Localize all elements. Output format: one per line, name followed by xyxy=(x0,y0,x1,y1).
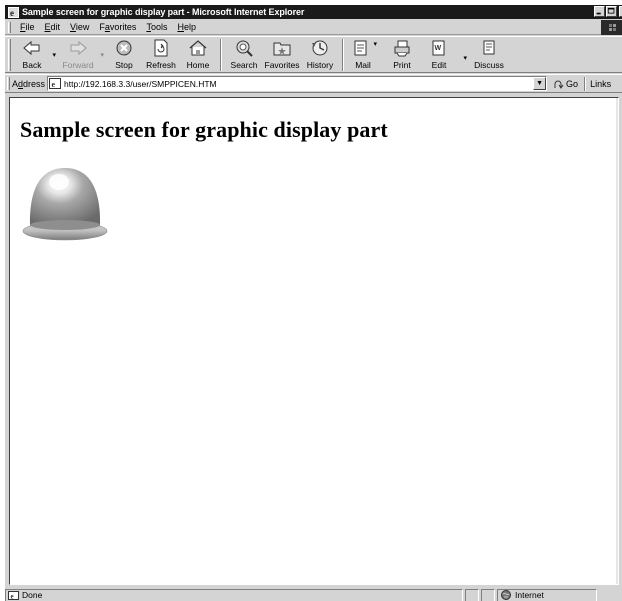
menu-help[interactable]: Help xyxy=(172,21,201,34)
mail-icon xyxy=(352,38,374,58)
maximize-icon xyxy=(607,7,615,14)
windows-logo-icon xyxy=(601,20,622,35)
status-text: Done xyxy=(22,590,43,600)
status-zone-panel: Internet xyxy=(497,588,597,601)
toolbar-grip[interactable] xyxy=(8,39,11,71)
stop-button[interactable]: Stop xyxy=(107,37,141,73)
forward-arrow-icon xyxy=(67,38,89,58)
page-content: Sample screen for graphic display part xyxy=(9,97,619,585)
toolbar-separator xyxy=(342,39,344,71)
back-dropdown-icon[interactable]: ▾ xyxy=(52,51,56,59)
favorites-button[interactable]: Favorites xyxy=(261,37,303,73)
svg-text:W: W xyxy=(435,45,442,52)
toolbar-separator xyxy=(220,39,222,71)
links-toolbar[interactable]: Links xyxy=(590,79,611,89)
menu-favorites[interactable]: Favorites xyxy=(94,21,141,34)
window-controls xyxy=(593,6,622,17)
svg-text:e: e xyxy=(11,592,14,600)
refresh-icon xyxy=(150,38,172,58)
menu-edit[interactable]: Edit xyxy=(40,21,66,34)
refresh-button[interactable]: Refresh xyxy=(141,37,181,73)
edit-button[interactable]: W Edit ▾ xyxy=(421,37,467,73)
url-text[interactable]: http://192.168.3.3/user/SMPPICEN.HTM xyxy=(64,79,217,89)
ie-app-icon[interactable]: e xyxy=(7,6,19,18)
vertical-scrollbar[interactable] xyxy=(616,98,618,584)
minimize-icon xyxy=(596,12,601,15)
menu-bar: File Edit View Favorites Tools Help xyxy=(5,20,622,35)
browser-window: e Sample screen for graphic display part… xyxy=(4,4,622,601)
page-icon: e xyxy=(49,78,62,89)
svg-text:e: e xyxy=(10,8,14,18)
go-button[interactable]: Go xyxy=(552,78,578,90)
lamp-graphic xyxy=(22,168,108,241)
mail-dropdown-icon[interactable]: ▾ xyxy=(373,40,377,48)
edit-document-icon: W xyxy=(428,38,450,58)
maximize-button[interactable] xyxy=(606,6,617,17)
title-bar[interactable]: e Sample screen for graphic display part… xyxy=(5,5,622,19)
zone-text: Internet xyxy=(515,590,544,600)
address-grip[interactable] xyxy=(7,77,10,90)
search-icon xyxy=(233,38,255,58)
address-label: Address xyxy=(12,78,46,89)
menu-tools[interactable]: Tools xyxy=(141,21,172,34)
history-icon xyxy=(309,38,331,58)
history-button[interactable]: History xyxy=(303,37,337,73)
status-bar: e Done Internet xyxy=(5,588,622,601)
svg-text:e: e xyxy=(52,80,56,89)
menu-grip[interactable] xyxy=(8,21,11,33)
status-text-panel: e Done xyxy=(5,588,463,601)
printer-icon xyxy=(391,38,413,58)
favorites-icon xyxy=(271,38,293,58)
globe-icon xyxy=(501,590,511,600)
mail-button[interactable]: Mail ▾ xyxy=(349,37,377,73)
print-button[interactable]: Print xyxy=(383,37,421,73)
address-dropdown-button[interactable]: ▼ xyxy=(533,77,547,90)
edit-dropdown-icon[interactable]: ▾ xyxy=(463,54,467,62)
status-security-panel xyxy=(481,588,495,601)
back-arrow-icon xyxy=(21,38,43,58)
page-status-icon: e xyxy=(8,590,19,600)
address-bar: Address e http://192.168.3.3/user/SMPPIC… xyxy=(5,74,622,93)
home-button[interactable]: Home xyxy=(181,37,215,73)
standard-toolbar: Back ▾ Forward ▾ Stop Refresh Home Searc… xyxy=(5,36,622,73)
search-button[interactable]: Search xyxy=(227,37,261,73)
discuss-icon xyxy=(478,38,500,58)
window-title: Sample screen for graphic display part -… xyxy=(22,7,305,17)
discuss-button[interactable]: Discuss xyxy=(469,37,509,73)
menu-file[interactable]: File xyxy=(15,21,40,34)
forward-dropdown-icon[interactable]: ▾ xyxy=(100,51,104,59)
minimize-button[interactable] xyxy=(594,6,605,17)
status-progress-panel xyxy=(465,588,479,601)
home-icon xyxy=(187,38,209,58)
forward-button[interactable]: Forward ▾ xyxy=(59,37,104,73)
address-input[interactable]: e http://192.168.3.3/user/SMPPICEN.HTM ▼ xyxy=(47,76,548,91)
go-arrow-icon xyxy=(552,78,564,90)
menu-view[interactable]: View xyxy=(65,21,94,34)
back-button[interactable]: Back ▾ xyxy=(15,37,56,73)
stop-icon xyxy=(113,38,135,58)
links-separator xyxy=(584,76,587,91)
page-heading: Sample screen for graphic display part xyxy=(20,117,388,142)
